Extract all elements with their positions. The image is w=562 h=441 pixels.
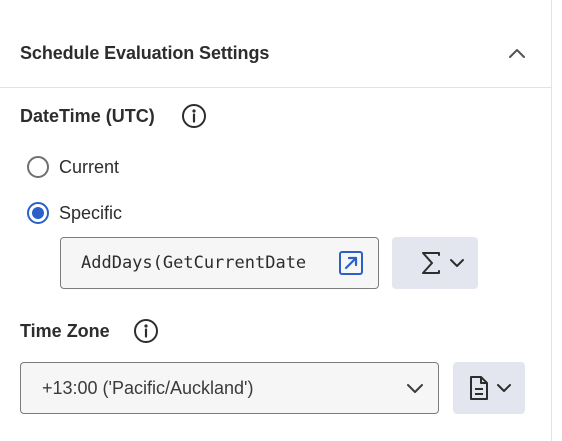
radio-option-current[interactable]: Current — [27, 154, 119, 180]
timezone-label: Time Zone — [20, 321, 110, 341]
radio-label-current: Current — [59, 156, 120, 177]
info-icon[interactable] — [133, 318, 159, 344]
datetime-label: DateTime (UTC) — [20, 106, 155, 126]
info-icon[interactable] — [181, 103, 207, 129]
open-in-new-icon[interactable] — [338, 250, 364, 276]
expression-text[interactable]: AddDays(GetCurrentDate — [81, 253, 313, 273]
sigma-icon — [422, 252, 440, 274]
schedule-evaluation-panel: Schedule Evaluation Settings DateTime (U… — [0, 0, 552, 441]
chevron-up-icon[interactable] — [506, 43, 528, 65]
datetime-expression-input[interactable]: AddDays(GetCurrentDate — [60, 237, 379, 289]
chevron-down-icon — [407, 384, 423, 393]
radio-button-current[interactable] — [27, 156, 49, 178]
timezone-source-button[interactable] — [453, 362, 525, 414]
chevron-down-icon — [497, 384, 511, 392]
timezone-selected-value: +13:00 ('Pacific/Auckland') — [42, 378, 254, 398]
radio-label-specific: Specific — [59, 202, 123, 223]
radio-option-specific[interactable]: Specific — [27, 200, 122, 226]
chevron-down-icon — [450, 259, 464, 267]
document-icon — [470, 376, 488, 400]
timezone-select[interactable]: +13:00 ('Pacific/Auckland') — [20, 362, 439, 414]
section-header[interactable]: Schedule Evaluation Settings — [0, 0, 552, 88]
section-title: Schedule Evaluation Settings — [20, 43, 270, 63]
radio-button-specific[interactable] — [27, 202, 49, 224]
expression-functions-button[interactable] — [392, 237, 478, 289]
